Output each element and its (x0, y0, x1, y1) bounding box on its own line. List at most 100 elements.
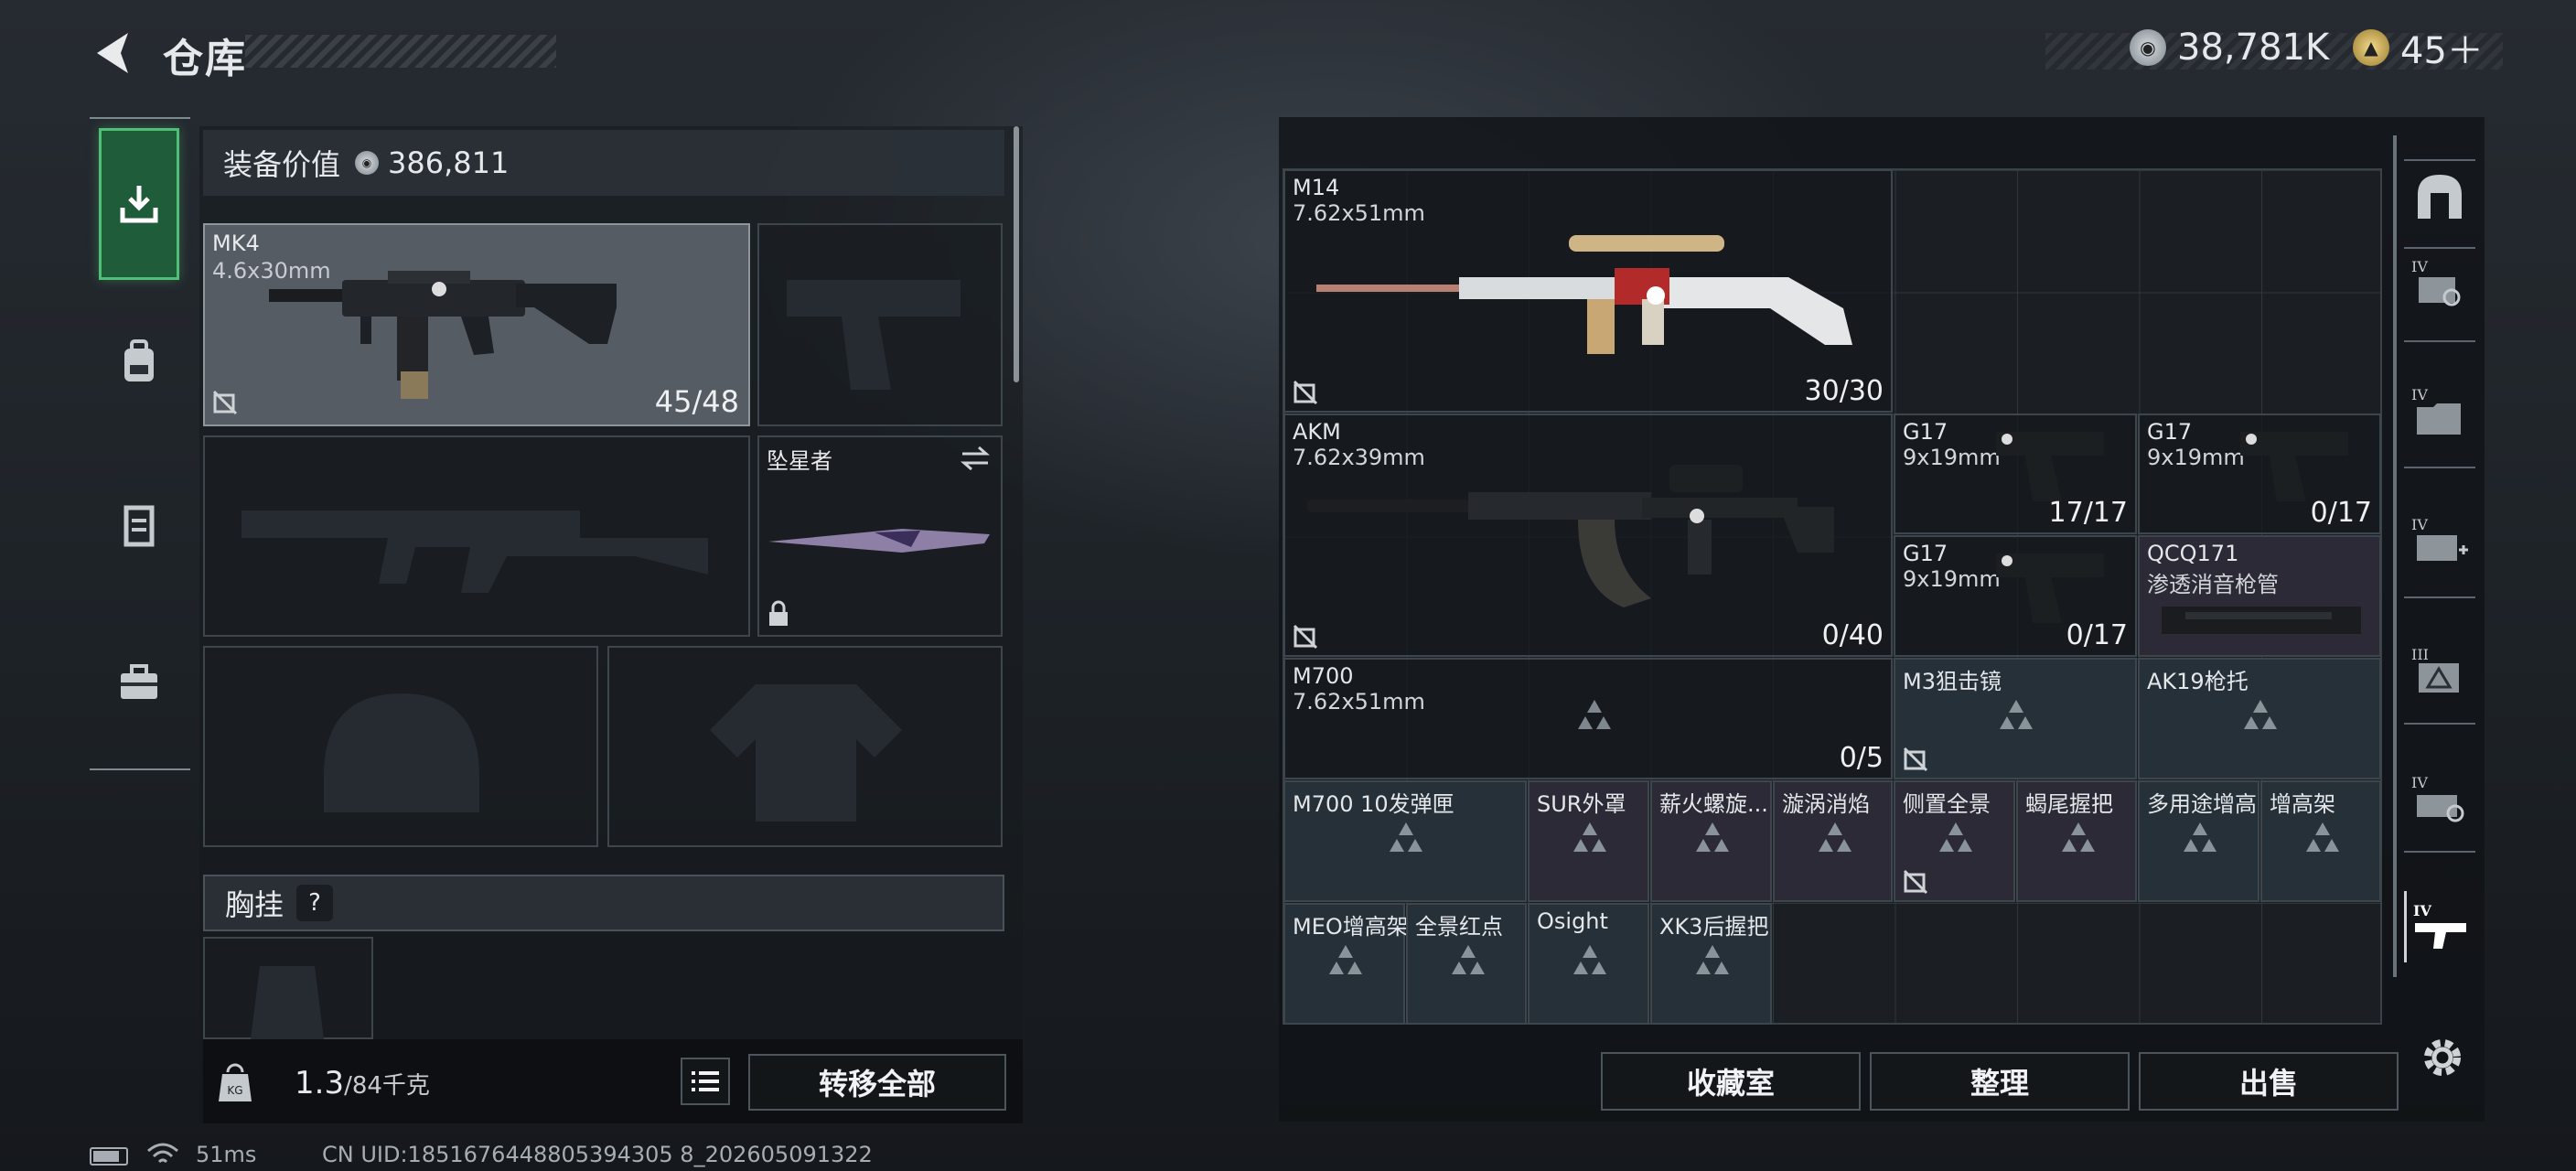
silver-coin-icon: ◉ (2130, 29, 2166, 66)
rifle-silhouette-icon (242, 510, 708, 593)
key-category-icon: IV (2411, 258, 2461, 306)
item-xiewei[interactable]: 蝎尾握把 (2016, 780, 2137, 902)
category-iv-4[interactable]: IV (2404, 763, 2475, 834)
item-m14[interactable]: M14 7.62x51mm 30/30 (1283, 169, 1893, 413)
equip-value-amount: 386,811 (388, 145, 510, 180)
item-name: 全景红点 (1415, 914, 1503, 940)
carry-weight: 1.3/84千克 (295, 1065, 430, 1101)
item-name: G17 (1903, 419, 1948, 445)
item-name: 多用途增高 (2147, 791, 2257, 817)
item-m3-scope[interactable]: M3狙击镜 (1894, 658, 2137, 779)
nav-vest[interactable] (99, 485, 179, 565)
item-meo[interactable]: MEO增高架 (1283, 903, 1409, 1025)
item-ak19-stock[interactable]: AK19枪托 (2138, 658, 2381, 779)
nav-deposit[interactable] (99, 128, 179, 280)
nav-divider-bottom (90, 768, 190, 770)
item-g17[interactable]: G17 9x19mm 0/17 (2138, 414, 2381, 534)
gun-category-icon: IV (2413, 902, 2466, 949)
item-name: M700 10发弹匣 (1293, 791, 1454, 817)
wifi-icon (147, 1143, 178, 1164)
g17-pistol-image (1996, 432, 2104, 501)
ammo-category-icon: IV (2411, 774, 2464, 822)
settings-icon (2424, 1039, 2461, 1076)
item-qcq171[interactable]: QCQ171 渗透消音枪管 (2138, 535, 2381, 657)
loadout-scrollbar[interactable] (1014, 126, 1019, 382)
item-name: G17 (1903, 541, 1948, 566)
placeholder-triangles-icon (1329, 945, 1362, 974)
placeholder-triangles-icon (1696, 822, 1729, 852)
nav-toolbox[interactable] (99, 642, 179, 723)
backpack-icon (124, 339, 154, 381)
item-osight[interactable]: Osight (1528, 903, 1649, 1025)
deposit-icon (120, 186, 158, 223)
slot-primary-weapon[interactable]: MK4 4.6x30mm 45/48 (203, 223, 750, 426)
category-iii[interactable]: III (2404, 635, 2475, 706)
svg-text:IV: IV (2411, 258, 2428, 275)
slot-armor-empty[interactable] (607, 646, 1003, 847)
category-iv-3[interactable]: IV (2404, 505, 2475, 576)
placeholder-triangles-icon (1573, 945, 1606, 974)
category-iv-weapon[interactable]: IV (2404, 891, 2475, 962)
chest-rig-label: 胸挂 (225, 887, 284, 922)
item-xinhuo[interactable]: 薪火螺旋... (1650, 780, 1772, 902)
nav-backpack[interactable] (99, 322, 179, 403)
item-duoyong[interactable]: 多用途增高 (2138, 780, 2259, 902)
item-name: 蝎尾握把 (2025, 791, 2113, 817)
equip-value-bar: 装备价值 ◉ 386,811 (203, 130, 1004, 196)
item-name: 薪火螺旋... (1659, 791, 1768, 817)
item-xuanwo[interactable]: 漩涡消焰 (1773, 780, 1893, 902)
no-trade-icon (1903, 747, 1928, 772)
no-trade-icon (1903, 869, 1928, 895)
placeholder-triangles-icon (2062, 822, 2095, 852)
lock-icon (769, 600, 788, 626)
slot-secondary-weapon-empty[interactable] (203, 435, 750, 637)
back-arrow-icon[interactable] (88, 27, 139, 79)
item-g17[interactable]: G17 9x19mm 0/17 (1894, 535, 2137, 657)
category-scrollbar[interactable] (2393, 135, 2397, 977)
placeholder-triangles-icon (1696, 945, 1729, 974)
g17-pistol-image (1996, 553, 2104, 623)
category-iv-1[interactable]: IV (2404, 247, 2475, 318)
item-name: M14 (1293, 175, 1340, 200)
svg-text:IV: IV (2411, 774, 2428, 791)
category-divider (2404, 467, 2475, 468)
helmet-silhouette-icon (324, 693, 479, 812)
item-name: MEO增高架 (1293, 914, 1409, 940)
item-caliber: 9x19mm (1903, 566, 2001, 592)
settings-button[interactable] (2417, 1032, 2468, 1083)
item-caliber: 9x19mm (2147, 445, 2245, 470)
list-view-button[interactable] (681, 1058, 730, 1105)
slot-melee[interactable]: 坠星者 (757, 435, 1003, 637)
melee-knife-image (768, 529, 990, 553)
slot-helmet-empty[interactable] (203, 646, 598, 847)
slot-pistol-empty[interactable] (757, 223, 1003, 426)
item-m700-magazine[interactable]: M700 10发弹匣 (1283, 780, 1527, 902)
item-cezhi[interactable]: 侧置全景 (1894, 780, 2015, 902)
transfer-all-button[interactable]: 转移全部 (748, 1054, 1006, 1111)
swap-icon[interactable] (959, 445, 992, 472)
item-name: 侧置全景 (1903, 791, 1991, 817)
sell-button[interactable]: 出售 (2139, 1052, 2399, 1111)
supply-category-icon: III (2411, 646, 2459, 693)
category-all[interactable] (2404, 161, 2475, 232)
slot-chest-rig-empty[interactable] (203, 937, 373, 1039)
user-uid: CN UID:1851676448805394305 8_20260509132… (322, 1142, 873, 1167)
collection-room-button[interactable]: 收藏室 (1601, 1052, 1861, 1111)
placeholder-triangles-icon (2000, 700, 2033, 729)
item-zenggao[interactable]: 增高架 (2260, 780, 2381, 902)
chest-rig-header: 胸挂 ? (203, 875, 1004, 931)
no-trade-icon (1293, 380, 1318, 405)
item-xk3[interactable]: XK3后握把 (1650, 903, 1772, 1025)
gold-coin-icon: ▲ (2353, 29, 2389, 66)
item-sur-cover[interactable]: SUR外罩 (1528, 780, 1649, 902)
item-quanjing[interactable]: 全景红点 (1406, 903, 1527, 1025)
category-iv-2[interactable]: IV (2404, 375, 2475, 446)
item-akm[interactable]: AKM 7.62x39mm 0/40 (1283, 414, 1893, 657)
sort-button[interactable]: 整理 (1870, 1052, 2130, 1111)
help-icon[interactable]: ? (296, 885, 334, 921)
equip-value-label: 装备价值 (223, 147, 341, 182)
item-m700[interactable]: M700 7.62x51mm 0/5 (1283, 658, 1893, 779)
category-divider (2404, 723, 2475, 725)
vest-icon (123, 505, 155, 547)
item-g17[interactable]: G17 9x19mm 17/17 (1894, 414, 2137, 534)
